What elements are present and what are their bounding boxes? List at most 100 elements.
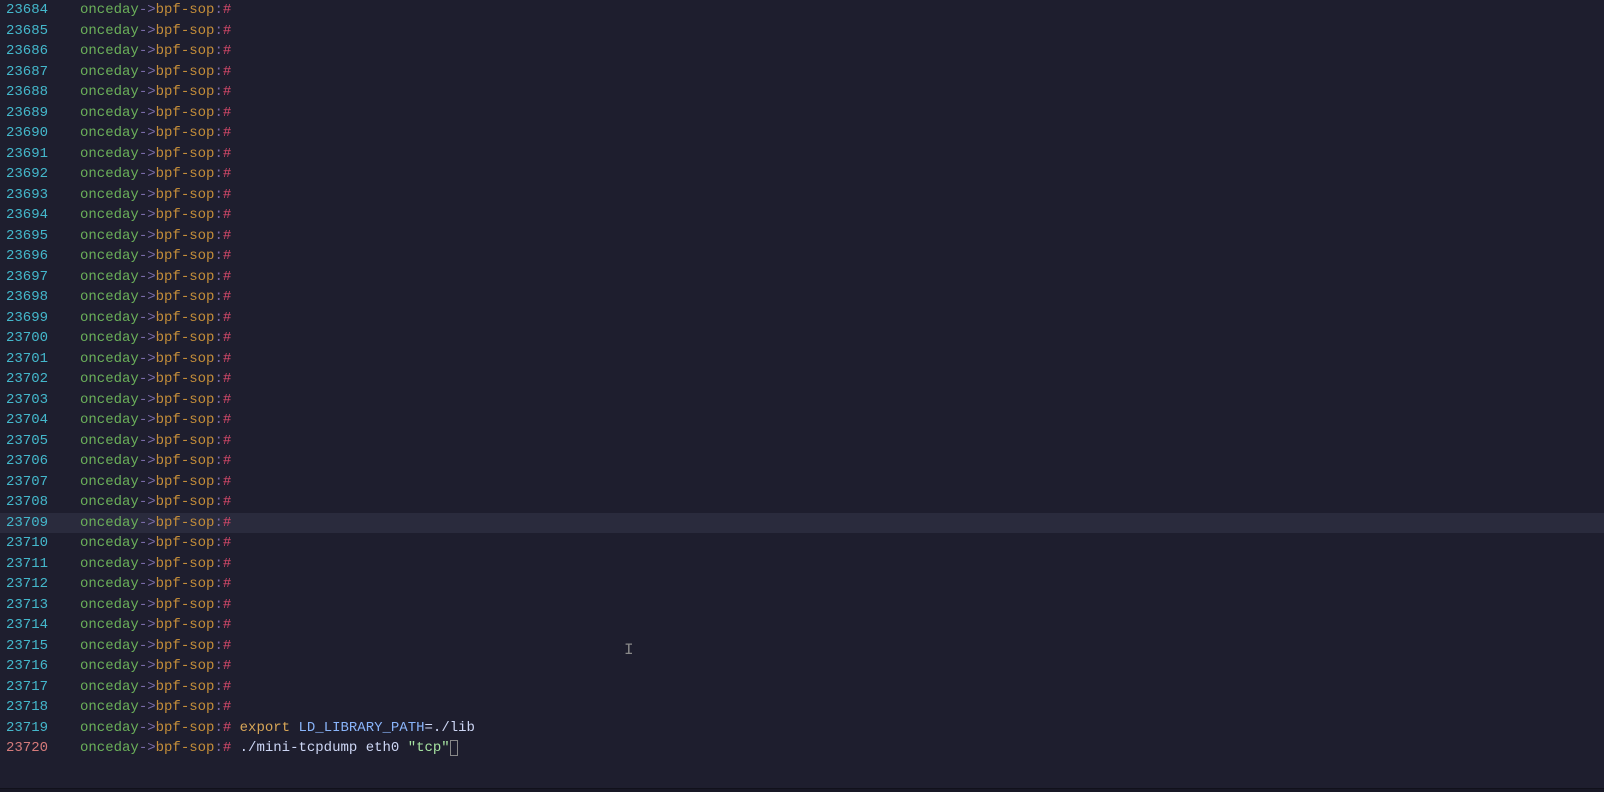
line-number: 23697 — [0, 267, 56, 288]
terminal-line: 23710onceday->bpf-sop:# — [0, 533, 1604, 554]
line-content: onceday->bpf-sop:# — [80, 144, 1604, 165]
terminal-line: 23694 onceday->bpf-sop:# — [0, 205, 1604, 226]
line-content: onceday->bpf-sop:# — [80, 0, 1604, 21]
line-content: onceday->bpf-sop:# — [80, 349, 1604, 370]
line-content: onceday->bpf-sop:# — [80, 164, 1604, 185]
line-content: onceday->bpf-sop:# — [80, 677, 1604, 698]
terminal-line: 23708 onceday->bpf-sop:# — [0, 492, 1604, 513]
line-content: onceday->bpf-sop:# export LD_LIBRARY_PAT… — [80, 718, 1604, 739]
terminal-line: 23705 onceday->bpf-sop:# — [0, 431, 1604, 452]
line-number: 23694 — [0, 205, 56, 226]
line-content: onceday->bpf-sop:# — [80, 246, 1604, 267]
line-content: onceday->bpf-sop:# — [80, 62, 1604, 83]
line-number: 23711 — [0, 554, 56, 575]
terminal-line: 23717onceday->bpf-sop:# — [0, 677, 1604, 698]
line-number: 23718 — [0, 697, 56, 718]
line-content: onceday->bpf-sop:# — [80, 226, 1604, 247]
line-content: onceday->bpf-sop:# ./mini-tcpdump eth0 "… — [80, 738, 1604, 759]
line-content: onceday->bpf-sop:# — [80, 574, 1604, 595]
line-content: onceday->bpf-sop:# — [80, 328, 1604, 349]
terminal-line: 23697 onceday->bpf-sop:# — [0, 267, 1604, 288]
terminal-line: 23714 onceday->bpf-sop:# — [0, 615, 1604, 636]
line-number: 23708 — [0, 492, 56, 513]
terminal-line: 23695 onceday->bpf-sop:# — [0, 226, 1604, 247]
line-content: onceday->bpf-sop:# — [80, 513, 1604, 534]
line-content: onceday->bpf-sop:# — [80, 636, 1604, 657]
line-number: 23714 — [0, 615, 56, 636]
terminal-line: 23696 onceday->bpf-sop:# — [0, 246, 1604, 267]
line-content: onceday->bpf-sop:# — [80, 369, 1604, 390]
line-content: onceday->bpf-sop:# — [80, 595, 1604, 616]
line-number: 23712 — [0, 574, 56, 595]
line-content: onceday->bpf-sop:# — [80, 308, 1604, 329]
status-bar — [0, 788, 1604, 792]
terminal-line: 23689onceday->bpf-sop:# — [0, 103, 1604, 124]
terminal-line: 23700 onceday->bpf-sop:# — [0, 328, 1604, 349]
line-number: 23691 — [0, 144, 56, 165]
terminal-line: 23719 onceday->bpf-sop:# export LD_LIBRAR… — [0, 718, 1604, 739]
line-content: onceday->bpf-sop:# — [80, 82, 1604, 103]
line-number: 23715 — [0, 636, 56, 657]
line-content: onceday->bpf-sop:# — [80, 410, 1604, 431]
terminal-line: 23709 onceday->bpf-sop:# — [0, 513, 1604, 534]
line-number: 23709 — [0, 513, 56, 534]
line-number: 23705 — [0, 431, 56, 452]
line-number: 23685 — [0, 21, 56, 42]
line-number: 23698 — [0, 287, 56, 308]
terminal-line: 23704 onceday->bpf-sop:# — [0, 410, 1604, 431]
terminal-line: 23688onceday->bpf-sop:# — [0, 82, 1604, 103]
line-number: 23695 — [0, 226, 56, 247]
line-content: onceday->bpf-sop:# — [80, 267, 1604, 288]
terminal-line: 23693 onceday->bpf-sop:# — [0, 185, 1604, 206]
line-content: onceday->bpf-sop:# — [80, 615, 1604, 636]
line-number: 23696 — [0, 246, 56, 267]
terminal-line: 23687onceday->bpf-sop:# — [0, 62, 1604, 83]
line-number: 23702 — [0, 369, 56, 390]
line-number: 23684 — [0, 0, 56, 21]
line-number: 23719 — [0, 718, 56, 739]
line-number: 23693 — [0, 185, 56, 206]
line-content: onceday->bpf-sop:# — [80, 697, 1604, 718]
terminal-editor[interactable]: 23684 onceday->bpf-sop:# 23685 onceday->bpf… — [0, 0, 1604, 792]
line-content: onceday->bpf-sop:# — [80, 451, 1604, 472]
terminal-line: 23691 onceday->bpf-sop:# — [0, 144, 1604, 165]
line-content: onceday->bpf-sop:# — [80, 554, 1604, 575]
line-number: 23690 — [0, 123, 56, 144]
line-content: onceday->bpf-sop:# — [80, 390, 1604, 411]
terminal-line: 23713 onceday->bpf-sop:# — [0, 595, 1604, 616]
line-number: 23686 — [0, 41, 56, 62]
terminal-line: 23702 onceday->bpf-sop:# — [0, 369, 1604, 390]
terminal-line: 23720 onceday->bpf-sop:# ./mini-tcpdump e… — [0, 738, 1604, 759]
line-number: 23706 — [0, 451, 56, 472]
line-content: onceday->bpf-sop:# — [80, 492, 1604, 513]
line-number: 23700 — [0, 328, 56, 349]
terminal-line: 23684 onceday->bpf-sop:# — [0, 0, 1604, 21]
terminal-line: 23699onceday->bpf-sop:# — [0, 308, 1604, 329]
terminal-line: 23698 onceday->bpf-sop:# — [0, 287, 1604, 308]
line-content: onceday->bpf-sop:# — [80, 185, 1604, 206]
terminal-line: 23685 onceday->bpf-sop:# — [0, 21, 1604, 42]
line-content: onceday->bpf-sop:# — [80, 205, 1604, 226]
terminal-line: 23703onceday->bpf-sop:# — [0, 390, 1604, 411]
line-content: onceday->bpf-sop:# — [80, 123, 1604, 144]
line-content: onceday->bpf-sop:# — [80, 287, 1604, 308]
line-content: onceday->bpf-sop:# — [80, 656, 1604, 677]
line-content: onceday->bpf-sop:# — [80, 103, 1604, 124]
line-number: 23704 — [0, 410, 56, 431]
terminal-line: 23716onceday->bpf-sop:# — [0, 656, 1604, 677]
line-number: 23710 — [0, 533, 56, 554]
terminal-line: 23712 onceday->bpf-sop:# — [0, 574, 1604, 595]
terminal-line: 23686 onceday->bpf-sop:# — [0, 41, 1604, 62]
terminal-line: 23715 onceday->bpf-sop:# — [0, 636, 1604, 657]
line-content: onceday->bpf-sop:# — [80, 431, 1604, 452]
line-number: 23720 — [0, 738, 56, 759]
line-content: onceday->bpf-sop:# — [80, 472, 1604, 493]
terminal-line: 23711 onceday->bpf-sop:# — [0, 554, 1604, 575]
terminal-line: 23718 onceday->bpf-sop:# — [0, 697, 1604, 718]
terminal-line: 23692 onceday->bpf-sop:# — [0, 164, 1604, 185]
line-content: onceday->bpf-sop:# — [80, 21, 1604, 42]
terminal-line: 23706 onceday->bpf-sop:# — [0, 451, 1604, 472]
line-number: 23713 — [0, 595, 56, 616]
line-number: 23692 — [0, 164, 56, 185]
line-content: onceday->bpf-sop:# — [80, 41, 1604, 62]
